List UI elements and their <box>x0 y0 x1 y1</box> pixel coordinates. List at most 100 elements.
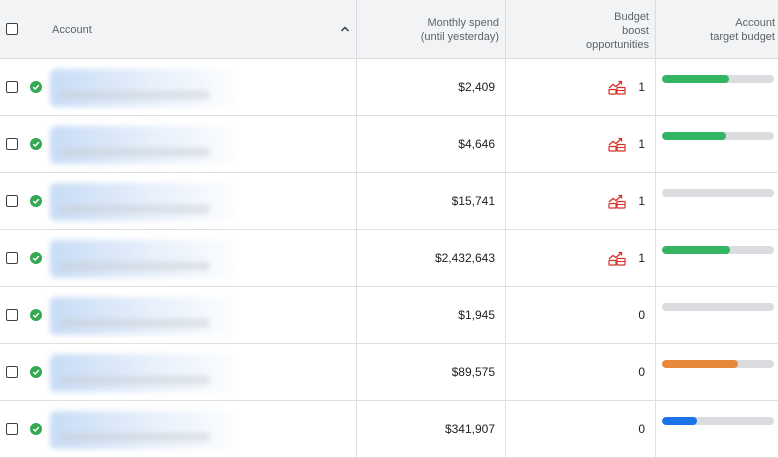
target-budget-progress-bar[interactable] <box>662 303 774 311</box>
status-active-icon <box>30 423 42 435</box>
boost-opportunity-count: 1 <box>638 137 645 151</box>
budget-boost-icon[interactable] <box>608 137 626 152</box>
boost-opportunity-count: 1 <box>638 251 645 265</box>
spend-cell: $15,741 <box>357 173 506 229</box>
boost-cell: 0 <box>506 401 656 457</box>
table-row[interactable]: $4,646 1 <box>0 116 778 173</box>
spend-cell: $4,646 <box>357 116 506 172</box>
account-name-redacted[interactable] <box>50 240 235 278</box>
target-budget-progress-fill <box>662 360 739 368</box>
budget-boost-icon[interactable] <box>608 80 626 95</box>
boost-label-line2: boost <box>622 25 649 37</box>
row-checkbox[interactable] <box>6 366 18 378</box>
monthly-spend-value: $1,945 <box>458 308 495 322</box>
account-cell <box>0 230 357 286</box>
boost-opportunity-count: 0 <box>638 365 645 379</box>
target-budget-progress-bar[interactable] <box>662 189 774 197</box>
status-active-icon <box>30 138 42 150</box>
target-budget-progress-bar[interactable] <box>662 246 774 254</box>
target-label-line1: Account <box>735 17 775 29</box>
header-target-budget[interactable]: Account target budget <box>656 0 778 58</box>
boost-cell: 1 <box>506 59 656 115</box>
monthly-spend-value: $2,432,643 <box>434 251 495 265</box>
target-label-line2: target budget <box>710 31 775 43</box>
row-checkbox[interactable] <box>6 195 18 207</box>
target-budget-cell <box>656 116 778 172</box>
status-active-icon <box>30 81 42 93</box>
boost-label-line3: opportunities <box>586 39 649 51</box>
table-row[interactable]: $341,907 0 <box>0 401 778 458</box>
target-budget-progress-fill <box>662 75 730 83</box>
budget-boost-icon[interactable] <box>608 194 626 209</box>
account-name-redacted[interactable] <box>50 126 235 164</box>
spend-cell: $341,907 <box>357 401 506 457</box>
row-checkbox[interactable] <box>6 309 18 321</box>
monthly-spend-value: $15,741 <box>451 194 495 208</box>
boost-cell: 1 <box>506 230 656 286</box>
target-budget-cell <box>656 287 778 343</box>
spend-cell: $89,575 <box>357 344 506 400</box>
table-row[interactable]: $15,741 1 <box>0 173 778 230</box>
spend-cell: $2,432,643 <box>357 230 506 286</box>
account-column-label[interactable]: Account <box>52 23 92 37</box>
target-budget-cell <box>656 344 778 400</box>
target-budget-cell <box>656 230 778 286</box>
target-budget-progress-fill <box>662 132 726 140</box>
status-active-icon <box>30 195 42 207</box>
boost-opportunity-count: 1 <box>638 80 645 94</box>
boost-cell: 1 <box>506 173 656 229</box>
row-checkbox[interactable] <box>6 252 18 264</box>
select-all-checkbox[interactable] <box>6 23 18 35</box>
table-header: Account Monthly spend (until yesterday) … <box>0 0 778 59</box>
target-budget-progress-bar[interactable] <box>662 75 774 83</box>
header-budget-boost[interactable]: Budget boost opportunities <box>506 0 656 58</box>
table-row[interactable]: $1,945 0 <box>0 287 778 344</box>
spend-label-line2: (until yesterday) <box>420 31 499 43</box>
account-cell <box>0 59 357 115</box>
account-cell <box>0 173 357 229</box>
spend-cell: $1,945 <box>357 287 506 343</box>
header-monthly-spend[interactable]: Monthly spend (until yesterday) <box>357 0 506 58</box>
table-row[interactable]: $2,409 1 <box>0 59 778 116</box>
boost-cell: 0 <box>506 287 656 343</box>
row-checkbox[interactable] <box>6 423 18 435</box>
monthly-spend-value: $341,907 <box>444 422 495 436</box>
target-budget-cell <box>656 59 778 115</box>
row-checkbox[interactable] <box>6 81 18 93</box>
table-row[interactable]: $89,575 0 <box>0 344 778 401</box>
table-row[interactable]: $2,432,643 1 <box>0 230 778 287</box>
target-budget-progress-fill <box>662 246 731 254</box>
boost-cell: 1 <box>506 116 656 172</box>
target-budget-progress-bar[interactable] <box>662 360 774 368</box>
account-name-redacted[interactable] <box>50 411 235 449</box>
target-budget-progress-bar[interactable] <box>662 132 774 140</box>
target-budget-progress-bar[interactable] <box>662 417 774 425</box>
status-active-icon <box>30 252 42 264</box>
account-cell <box>0 401 357 457</box>
status-active-icon <box>30 366 42 378</box>
account-name-redacted[interactable] <box>50 69 235 107</box>
spend-cell: $2,409 <box>357 59 506 115</box>
accounts-table: Account Monthly spend (until yesterday) … <box>0 0 778 458</box>
header-account-column[interactable]: Account <box>0 0 357 58</box>
monthly-spend-value: $89,575 <box>451 365 495 379</box>
boost-cell: 0 <box>506 344 656 400</box>
account-name-redacted[interactable] <box>50 183 235 221</box>
boost-opportunity-count: 1 <box>638 194 645 208</box>
target-budget-cell <box>656 173 778 229</box>
row-checkbox[interactable] <box>6 138 18 150</box>
boost-opportunity-count: 0 <box>638 308 645 322</box>
target-budget-progress-fill <box>662 417 697 425</box>
account-cell <box>0 287 357 343</box>
target-budget-cell <box>656 401 778 457</box>
sort-ascending-icon[interactable] <box>340 24 350 34</box>
account-name-redacted[interactable] <box>50 297 235 335</box>
boost-opportunity-count: 0 <box>638 422 645 436</box>
budget-boost-icon[interactable] <box>608 251 626 266</box>
account-name-redacted[interactable] <box>50 354 235 392</box>
account-cell <box>0 344 357 400</box>
account-cell <box>0 116 357 172</box>
boost-label-line1: Budget <box>614 11 649 23</box>
status-active-icon <box>30 309 42 321</box>
monthly-spend-value: $2,409 <box>458 80 495 94</box>
